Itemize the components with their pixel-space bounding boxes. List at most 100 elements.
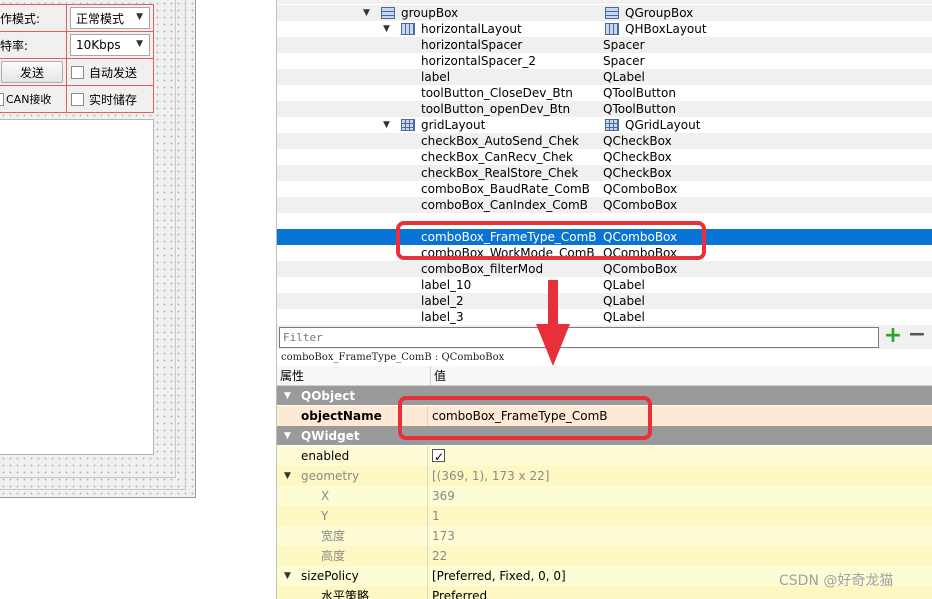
vbox-class-icon xyxy=(605,7,619,19)
property-value: Preferred xyxy=(432,589,488,599)
property-row[interactable]: enabled xyxy=(277,446,932,467)
highlight-tree-selection xyxy=(396,221,706,260)
tree-class-name: QToolButton xyxy=(603,86,676,100)
tree-class-name: QGridLayout xyxy=(625,118,701,132)
tree-class-name: Spacer xyxy=(603,38,645,52)
frame-border-bottom xyxy=(0,477,176,478)
tree-class-name: QLabel xyxy=(603,310,645,324)
tree-row[interactable]: ▼ groupBox QGroupBox xyxy=(277,5,932,21)
tree-object-name: comboBox_CanIndex_ComB xyxy=(421,198,588,212)
work-mode-combo-value: 正常模式 xyxy=(76,11,125,26)
tree-row[interactable]: horizontalSpacer Spacer xyxy=(277,37,932,53)
tree-row[interactable]: checkBox_CanRecv_Chek QCheckBox xyxy=(277,149,932,165)
property-name: objectName xyxy=(301,409,382,423)
realtime-store-checkbox[interactable] xyxy=(71,92,84,106)
expand-arrow-icon[interactable]: ▼ xyxy=(284,566,291,586)
tree-class-name: QLabel xyxy=(603,70,645,84)
property-header: 属性 值 xyxy=(277,366,932,386)
tree-class-name: QCheckBox xyxy=(603,134,672,148)
realtime-store-label: 实时储存 xyxy=(89,92,138,107)
tree-object-name: label_3 xyxy=(421,310,464,324)
expand-arrow-icon[interactable]: ▼ xyxy=(383,117,390,133)
tree-row[interactable]: ▼ gridLayout QGridLayout xyxy=(277,117,932,133)
plus-icon[interactable]: + xyxy=(883,325,903,347)
property-row[interactable]: X 369 xyxy=(277,486,932,506)
tree-class-name: QComboBox xyxy=(603,262,678,276)
tree-object-name: label_2 xyxy=(421,294,464,308)
property-value-cell[interactable]: [(369, 1), 173 x 22] xyxy=(427,466,932,486)
tree-class-name: QHBoxLayout xyxy=(625,22,707,36)
auto-send-checkbox[interactable] xyxy=(71,65,84,79)
tree-row[interactable]: checkBox_RealStore_Chek QCheckBox xyxy=(277,165,932,181)
tree-row[interactable]: comboBox_filterMod QComboBox xyxy=(277,261,932,277)
property-name: 宽度 xyxy=(321,529,346,543)
property-row[interactable]: ▼ geometry [(369, 1), 173 x 22] xyxy=(277,466,932,486)
tree-row[interactable]: checkBox_AutoSend_Chek QCheckBox xyxy=(277,133,932,149)
can-recv-checkbox[interactable] xyxy=(0,92,4,106)
tree-row[interactable]: comboBox_CanIndex_ComB QComboBox xyxy=(277,197,932,213)
tree-row[interactable]: label_2 QLabel xyxy=(277,293,932,309)
property-value-cell[interactable]: 173 xyxy=(427,526,932,546)
tree-row[interactable]: toolButton_CloseDev_Btn QToolButton xyxy=(277,85,932,101)
tree-row[interactable]: toolButton_openDev_Btn QToolButton xyxy=(277,101,932,117)
expand-arrow-icon[interactable]: ▼ xyxy=(284,426,291,446)
selected-object-info: comboBox_FrameType_ComB : QComboBox xyxy=(276,349,932,366)
tree-object-name: label xyxy=(421,70,451,84)
filter-bar: + − xyxy=(276,324,932,349)
minus-icon[interactable]: − xyxy=(907,324,927,347)
property-name-cell: X xyxy=(277,486,427,506)
tree-object-name: comboBox_filterMod xyxy=(421,262,544,276)
property-value: [(369, 1), 173 x 22] xyxy=(432,469,550,483)
enabled-checkbox[interactable] xyxy=(432,447,445,467)
object-inspector-tree[interactable]: ▼ groupBox QGroupBox ▼ horizontalLayout QHBox… xyxy=(276,0,932,325)
tree-row[interactable]: label_10 QLabel xyxy=(277,277,932,293)
red-arrow-annotation xyxy=(536,280,570,366)
tree-row[interactable]: label QLabel xyxy=(277,69,932,85)
work-mode-combo[interactable]: 正常模式 ▼ xyxy=(70,7,150,29)
property-value-cell[interactable] xyxy=(427,446,932,467)
expand-arrow-icon[interactable]: ▼ xyxy=(363,5,370,21)
grid-class-icon xyxy=(605,119,619,131)
property-value-cell[interactable]: 22 xyxy=(427,546,932,566)
tree-object-name: horizontalLayout xyxy=(421,22,522,36)
can-recv-cell: CAN接收 xyxy=(0,85,67,113)
grid-layout-icon xyxy=(401,119,415,131)
form-designer-canvas: 作模式: 正常模式 ▼ 特率: 10Kbps ▼ 发送 自动发送 CAN接收 实… xyxy=(0,0,196,498)
work-mode-label-cell: 作模式: xyxy=(0,4,67,32)
expand-arrow-icon[interactable]: ▼ xyxy=(383,21,390,37)
value-column-header: 值 xyxy=(430,366,446,386)
send-button-label: 发送 xyxy=(19,65,44,80)
tree-row[interactable]: comboBox_BaudRate_ComB QComboBox xyxy=(277,181,932,197)
expand-arrow-icon[interactable]: ▼ xyxy=(284,386,291,406)
property-name-cell: 宽度 xyxy=(277,526,427,546)
property-row[interactable]: 高度 22 xyxy=(277,546,932,566)
tree-row[interactable]: ▼ horizontalLayout QHBoxLayout xyxy=(277,21,932,37)
baud-rate-combo[interactable]: 10Kbps ▼ xyxy=(70,34,150,56)
tree-class-name: Spacer xyxy=(603,54,645,68)
property-row[interactable]: Y1 xyxy=(277,506,932,526)
tree-partial-row xyxy=(277,0,932,4)
tree-row[interactable]: label_3 QLabel xyxy=(277,309,932,325)
chevron-down-icon: ▼ xyxy=(136,39,143,49)
property-name-cell: enabled xyxy=(277,446,427,466)
tree-row[interactable]: horizontalSpacer_2 Spacer xyxy=(277,53,932,69)
tree-class-name: QToolButton xyxy=(603,102,676,116)
hbox-class-icon xyxy=(605,23,619,35)
property-value-cell[interactable]: 369 xyxy=(427,486,932,506)
chevron-down-icon: ▼ xyxy=(136,12,143,22)
highlight-object-name xyxy=(398,396,652,440)
property-value: 22 xyxy=(432,549,448,563)
tree-class-name: QCheckBox xyxy=(603,166,672,180)
tree-object-name: checkBox_CanRecv_Chek xyxy=(421,150,573,164)
expand-arrow-icon[interactable]: ▼ xyxy=(284,466,291,486)
property-value-cell[interactable]: 1 xyxy=(427,506,932,526)
filter-input[interactable] xyxy=(279,327,879,348)
text-edit-area[interactable] xyxy=(0,119,154,455)
property-row[interactable]: 宽度 173 xyxy=(277,526,932,546)
property-name: QWidget xyxy=(301,429,360,443)
tree-object-name: comboBox_BaudRate_ComB xyxy=(421,182,590,196)
send-button[interactable]: 发送 xyxy=(1,61,63,83)
tree-object-name: horizontalSpacer xyxy=(421,38,523,52)
baud-rate-label: 特率: xyxy=(0,38,29,53)
baud-rate-combo-value: 10Kbps xyxy=(76,38,121,52)
